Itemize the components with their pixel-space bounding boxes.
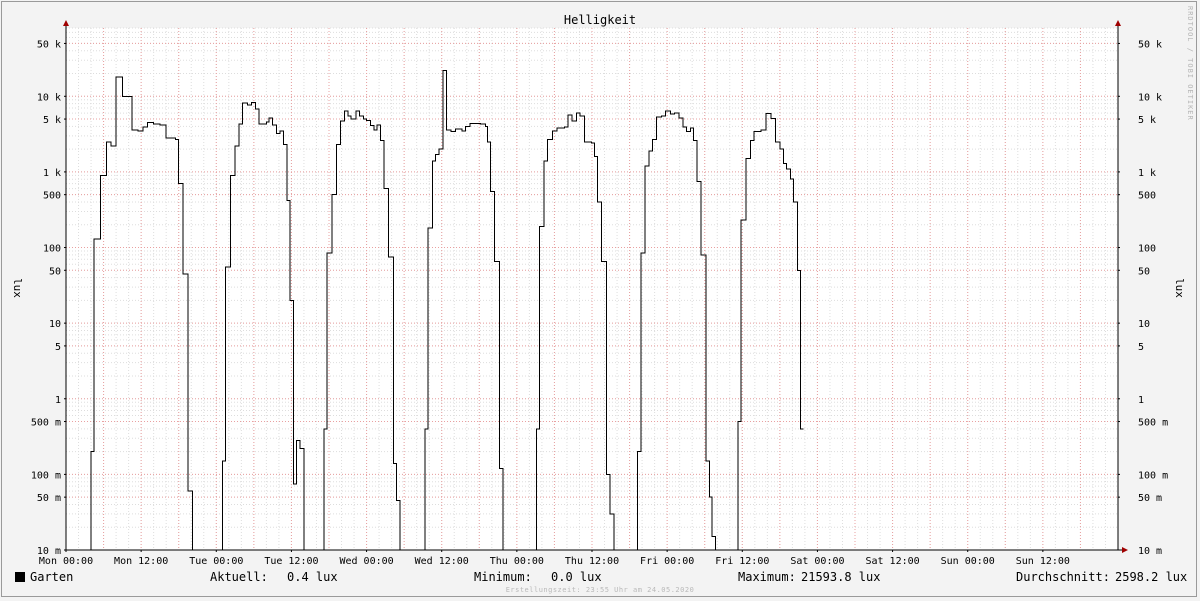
y-tick-label-left: 100	[43, 244, 61, 255]
x-tick-label: Fri 12:00	[715, 556, 769, 567]
legend-series-name: Garten	[30, 570, 74, 584]
y-tick-label-right: 50	[1138, 266, 1150, 277]
x-tick-label: Sun 12:00	[1016, 556, 1070, 567]
legend-min-value: 0.0 lux	[551, 570, 602, 584]
y-tick-label-right: 100	[1138, 244, 1156, 255]
legend-current-label: Aktuell:	[210, 570, 268, 584]
y-tick-label-left: 10 k	[37, 92, 61, 103]
y-tick-label-left: 50 m	[37, 493, 61, 504]
legend-swatch	[15, 572, 25, 582]
x-tick-label: Thu 12:00	[565, 556, 619, 567]
y-tick-label-right: 10	[1138, 319, 1150, 330]
y-tick-label-left: 50 k	[37, 39, 61, 50]
y-tick-label-left: 10	[49, 319, 61, 330]
x-tick-label: Mon 12:00	[114, 556, 168, 567]
rrd-graph-frame: Helligkeit lux lux 10 m 10 m 50 m 50 m 100 m…	[1, 1, 1197, 597]
y-axis-label-right: lux	[1173, 278, 1186, 298]
y-tick-label-right: 500 m	[1138, 418, 1168, 429]
y-tick-label-right: 10 m	[1138, 546, 1162, 557]
y-tick-label-right: 50 m	[1138, 493, 1162, 504]
legend-avg-label: Durchschnitt:	[1016, 570, 1110, 584]
y-tick-label-right: 50 k	[1138, 39, 1162, 50]
y-tick-label-right: 5	[1138, 342, 1144, 353]
x-tick-label: Tue 00:00	[189, 556, 243, 567]
y-tick-label-left: 50	[49, 266, 61, 277]
rrdtool-watermark: RRDTOOL / TOBI OETIKER	[1186, 6, 1194, 121]
x-tick-label: Wed 00:00	[339, 556, 393, 567]
y-tick-label-left: 1	[55, 395, 61, 406]
plot-area: 10 m 10 m50 m 50 m100 m 100 m500 m 500 m1 15 5…	[31, 20, 1168, 567]
y-tick-label-left: 1 k	[43, 168, 61, 179]
x-tick-label: Thu 00:00	[490, 556, 544, 567]
legend-min-label: Minimum:	[474, 570, 532, 584]
legend-avg-value: 2598.2 lux	[1115, 570, 1188, 584]
x-tick-label: Mon 00:00	[39, 556, 93, 567]
brightness-chart: Helligkeit lux lux 10 m 10 m50 m 50 m100 m…	[11, 13, 1186, 567]
y-axis-arrow-left	[63, 20, 69, 26]
y-tick-label-right: 100 m	[1138, 470, 1168, 481]
chart-title: Helligkeit	[564, 13, 636, 27]
legend-current-value: 0.4 lux	[287, 570, 338, 584]
y-axis-label-left: lux	[11, 278, 24, 298]
legend-max-label: Maximum:	[738, 570, 796, 584]
x-tick-label: Tue 12:00	[264, 556, 318, 567]
y-tick-label-right: 5 k	[1138, 115, 1156, 126]
legend-max-value: 21593.8 lux	[801, 570, 881, 584]
y-tick-label-right: 1	[1138, 395, 1144, 406]
y-tick-label-left: 100 m	[31, 470, 61, 481]
x-tick-label: Sun 00:00	[941, 556, 995, 567]
y-tick-label-left: 500	[43, 191, 61, 202]
y-axis-arrow-right	[1115, 20, 1121, 26]
x-axis-arrow	[1122, 547, 1128, 553]
creation-timestamp: Erstellungszeit: 23:55 Uhr am 24.05.2020	[505, 586, 695, 594]
x-tick-label: Wed 12:00	[415, 556, 469, 567]
y-tick-label-left: 500 m	[31, 418, 61, 429]
y-tick-label-left: 5 k	[43, 115, 61, 126]
legend-row: Garten Aktuell: 0.4 lux Minimum: 0.0 lux…	[2, 568, 1198, 586]
y-tick-label-left: 5	[55, 342, 61, 353]
x-tick-label: Sat 12:00	[865, 556, 919, 567]
x-tick-label: Fri 00:00	[640, 556, 694, 567]
x-tick-label: Sat 00:00	[790, 556, 844, 567]
y-tick-label-right: 10 k	[1138, 92, 1162, 103]
y-tick-label-right: 1 k	[1138, 168, 1156, 179]
y-tick-label-right: 500	[1138, 191, 1156, 202]
